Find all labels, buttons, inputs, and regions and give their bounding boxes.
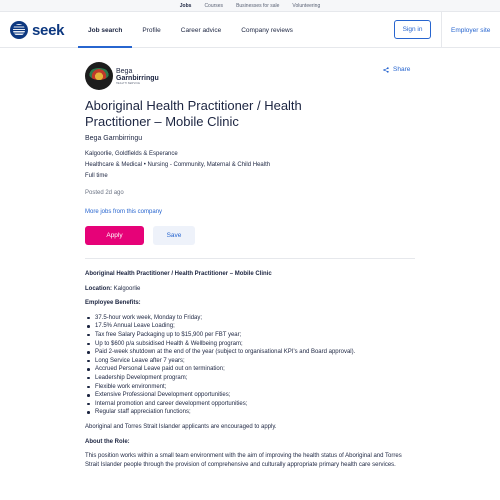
seek-logo[interactable]: seek bbox=[10, 21, 64, 39]
seek-logo-icon bbox=[10, 21, 28, 39]
benefits-list: 37.5-hour work week, Monday to Friday; 1… bbox=[85, 314, 415, 417]
job-subcategory: Nursing - Community, Maternal & Child He… bbox=[147, 162, 271, 168]
section-divider bbox=[85, 258, 415, 259]
encourage-text: Aboriginal and Torres Strait Islander ap… bbox=[85, 423, 277, 430]
list-item: Long Service Leave after 7 years; bbox=[85, 357, 415, 366]
description-heading: Aboriginal Health Practitioner / Health … bbox=[85, 271, 272, 277]
employer-site-link[interactable]: Employer site bbox=[451, 12, 490, 48]
list-item: 17.5% Annual Leave Loading; bbox=[85, 322, 415, 331]
benefits-heading: Employee Benefits: bbox=[85, 300, 141, 307]
job-classification: Healthcare & Medical • Nursing - Communi… bbox=[85, 162, 415, 168]
posted-date: Posted 2d ago bbox=[85, 190, 124, 196]
topbar-link-courses[interactable]: Courses bbox=[204, 3, 223, 9]
company-logo-line1: Bega bbox=[116, 67, 133, 75]
list-item: Paid 2-week shutdown at the end of the y… bbox=[85, 348, 415, 357]
nav-profile[interactable]: Profile bbox=[132, 12, 170, 48]
location-label: Location: bbox=[85, 285, 112, 292]
save-button[interactable]: Save bbox=[153, 226, 195, 245]
list-item: Tax free Salary Packaging up to $15,900 … bbox=[85, 331, 415, 340]
more-jobs-link[interactable]: More jobs from this company bbox=[85, 209, 415, 215]
share-icon bbox=[383, 66, 389, 73]
about-heading: About the Role: bbox=[85, 438, 130, 445]
sign-in-button[interactable]: Sign in bbox=[394, 20, 431, 39]
nav-company-reviews[interactable]: Company reviews bbox=[231, 12, 303, 48]
list-item: Internal promotion and career developmen… bbox=[85, 400, 415, 409]
seek-logo-text: seek bbox=[32, 21, 65, 39]
apply-button[interactable]: Apply bbox=[85, 226, 144, 245]
nav-career-advice[interactable]: Career advice bbox=[171, 12, 231, 48]
list-item: Flexible work environment; bbox=[85, 383, 415, 392]
job-location: Kalgoorlie, Goldfields & Esperance bbox=[85, 151, 178, 157]
nav-links: Job search Profile Career advice Company… bbox=[78, 12, 303, 48]
topbar-link-volunteering[interactable]: Volunteering bbox=[292, 3, 320, 9]
nav-divider bbox=[441, 12, 442, 48]
list-item: 37.5-hour work week, Monday to Friday; bbox=[85, 314, 415, 323]
share-label: Share bbox=[393, 66, 411, 73]
company-logo-emblem bbox=[85, 62, 113, 90]
list-item: Leadership Development program; bbox=[85, 374, 415, 383]
main-nav: seek Job search Profile Career advice Co… bbox=[0, 12, 500, 48]
list-item: Regular staff appreciation functions; bbox=[85, 408, 415, 417]
description-location: Location: Kalgoorlie bbox=[85, 285, 415, 294]
company-name[interactable]: Bega Garnbirringu bbox=[85, 135, 415, 142]
topbar-link-jobs[interactable]: Jobs bbox=[180, 3, 192, 9]
work-type: Full time bbox=[85, 173, 108, 179]
job-description: Aboriginal Health Practitioner / Health … bbox=[85, 270, 415, 469]
company-logo-line2: Garnbirringu bbox=[116, 74, 159, 82]
nav-job-search[interactable]: Job search bbox=[78, 12, 133, 48]
list-item: Accrued Personal Leave paid out on termi… bbox=[85, 365, 415, 374]
job-detail: Bega Garnbirringu HEALTH SERVICE Share A… bbox=[85, 62, 415, 475]
share-button[interactable]: Share bbox=[383, 66, 410, 73]
top-utility-bar: Jobs Courses Businesses for sale Volunte… bbox=[0, 0, 500, 12]
list-item: Extensive Professional Development oppor… bbox=[85, 391, 415, 400]
job-category: Healthcare & Medical bbox=[85, 162, 143, 168]
action-buttons: Apply Save bbox=[85, 226, 415, 245]
topbar-link-businesses[interactable]: Businesses for sale bbox=[236, 3, 279, 9]
company-logo-line3: HEALTH SERVICE bbox=[116, 81, 141, 85]
company-logo: Bega Garnbirringu HEALTH SERVICE bbox=[85, 62, 165, 90]
list-item: Up to $600 p/a subsidised Health & Wellb… bbox=[85, 340, 415, 349]
job-title: Aboriginal Health Practitioner / Health … bbox=[85, 98, 302, 129]
location-value: Kalgoorlie bbox=[112, 285, 141, 292]
about-text: This position works within a small team … bbox=[85, 453, 402, 468]
